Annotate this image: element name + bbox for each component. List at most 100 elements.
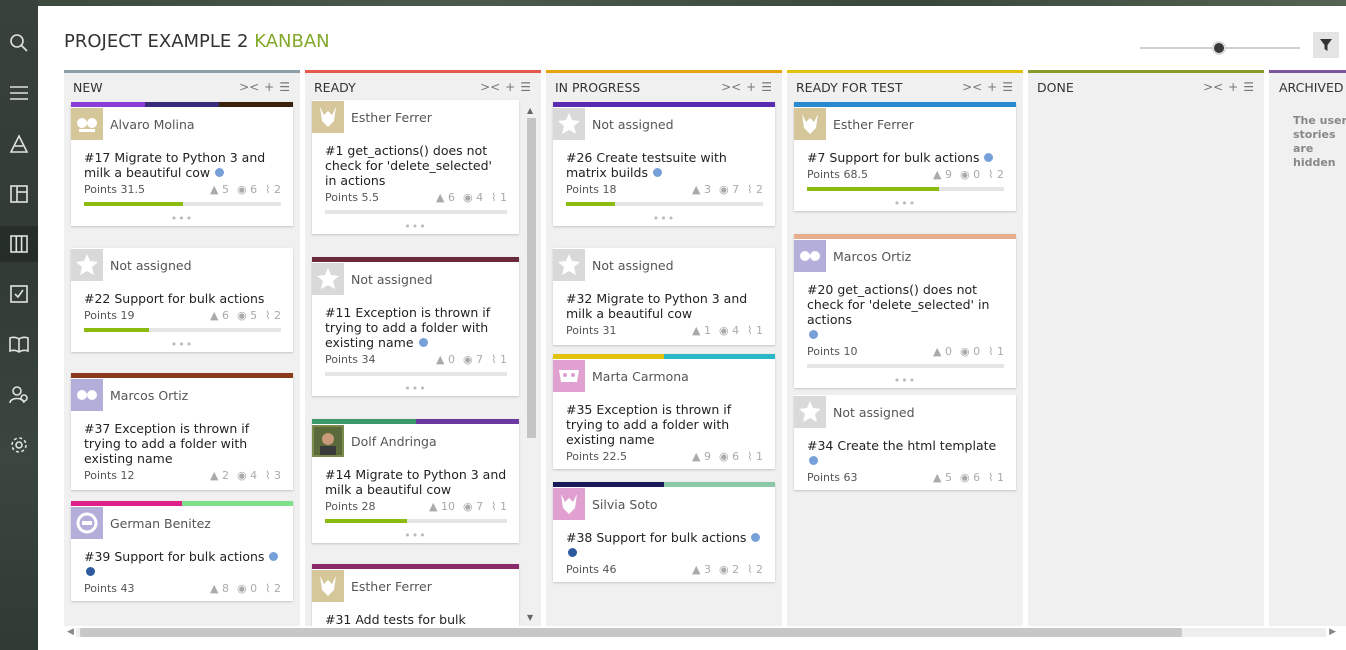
team-icon[interactable] (0, 377, 38, 413)
assigned-user[interactable]: Not assigned (592, 258, 674, 273)
user-story-card[interactable]: Silvia Soto #38 Support for bulk actions… (553, 482, 775, 582)
assigned-user[interactable]: Not assigned (351, 272, 433, 287)
more-icon[interactable]: ••• (794, 191, 1016, 211)
card-title[interactable]: #35 Exception is thrown if trying to add… (566, 402, 731, 447)
list-icon[interactable]: ☰ (1243, 80, 1254, 94)
search-icon[interactable] (0, 25, 38, 61)
more-icon[interactable]: ••• (71, 206, 293, 226)
sidebar-nav (0, 0, 38, 650)
scroll-right-icon[interactable]: ▶ (1329, 627, 1336, 637)
user-story-card[interactable]: Alvaro Molina #17 Migrate to Python 3 an… (71, 102, 293, 226)
card-title[interactable]: #11 Exception is thrown if trying to add… (325, 305, 490, 350)
more-icon[interactable]: ••• (312, 523, 519, 543)
list-icon[interactable]: ☰ (761, 80, 772, 94)
add-icon[interactable]: + (987, 80, 997, 94)
assigned-user[interactable]: Alvaro Molina (110, 117, 195, 132)
status-dot (215, 168, 225, 177)
zoom-slider-knob[interactable] (1212, 41, 1226, 55)
more-icon[interactable]: ••• (553, 206, 775, 226)
card-points: Points 5.5 (325, 191, 380, 204)
more-icon[interactable]: ••• (312, 376, 519, 396)
fold-icon[interactable]: >< (721, 80, 741, 94)
more-icon[interactable]: ••• (71, 332, 293, 352)
list-icon[interactable]: ☰ (1002, 80, 1013, 94)
card-title[interactable]: #22 Support for bulk actions (84, 291, 264, 306)
more-icon[interactable]: ••• (794, 368, 1016, 388)
scroll-down-icon[interactable]: ▼ (527, 613, 533, 622)
more-icon[interactable]: ••• (312, 214, 519, 234)
card-stats: ▲ 5 ◉ 6 ⌇ 1 (933, 471, 1004, 484)
card-stats: ▲ 9 ◉ 6 ⌇ 1 (692, 450, 763, 463)
backlog-icon[interactable] (0, 176, 38, 212)
card-points: Points 19 (84, 309, 135, 322)
user-story-card[interactable]: Not assigned #32 Migrate to Python 3 and… (553, 248, 775, 345)
fold-icon[interactable]: >< (480, 80, 500, 94)
user-story-card[interactable]: Marta Carmona #35 Exception is thrown if… (553, 354, 775, 469)
user-story-card[interactable]: Not assigned #11 Exception is thrown if … (312, 257, 519, 396)
fold-icon[interactable]: >< (1203, 80, 1223, 94)
add-icon[interactable]: + (264, 80, 274, 94)
assigned-user[interactable]: Marta Carmona (592, 369, 689, 384)
assigned-user[interactable]: Esther Ferrer (351, 110, 432, 125)
card-title[interactable]: #38 Support for bulk actions (566, 530, 746, 545)
add-icon[interactable]: + (746, 80, 756, 94)
assigned-user[interactable]: Not assigned (110, 258, 192, 273)
card-title[interactable]: #7 Support for bulk actions (807, 150, 979, 165)
scroll-left-icon[interactable]: ◀ (67, 627, 74, 637)
board-horizontal-scrollbar[interactable]: ◀ ▶ (64, 625, 1338, 639)
assigned-user[interactable]: Dolf Andringa (351, 434, 437, 449)
list-icon[interactable]: ☰ (279, 80, 290, 94)
list-icon[interactable]: ☰ (520, 80, 531, 94)
user-story-card[interactable]: German Benitez #39 Support for bulk acti… (71, 501, 293, 601)
card-title[interactable]: #37 Exception is thrown if trying to add… (84, 421, 249, 466)
assigned-user[interactable]: Marcos Ortiz (833, 249, 911, 264)
user-story-card[interactable]: Esther Ferrer #31 Add tests for bulk (312, 564, 519, 626)
settings-gear-icon[interactable] (0, 427, 38, 463)
timeline-icon[interactable] (0, 126, 38, 162)
card-title[interactable]: #26 Create testsuite with matrix builds (566, 150, 727, 180)
add-icon[interactable]: + (1228, 80, 1238, 94)
filter-button[interactable] (1313, 32, 1339, 58)
card-title[interactable]: #20 get_actions() does not check for 'de… (807, 282, 989, 327)
card-points: Points 34 (325, 353, 376, 366)
card-title[interactable]: #17 Migrate to Python 3 and milk a beaut… (84, 150, 265, 180)
card-title[interactable]: #31 Add tests for bulk (325, 612, 466, 626)
user-story-card[interactable]: Esther Ferrer #1 get_actions() does not … (312, 100, 519, 234)
kanban-icon[interactable] (0, 226, 38, 262)
card-title[interactable]: #14 Migrate to Python 3 and milk a beaut… (325, 467, 506, 497)
card-title[interactable]: #34 Create the html template (807, 438, 996, 453)
card-title[interactable]: #1 get_actions() does not check for 'del… (325, 143, 492, 188)
page-title: PROJECT EXAMPLE 2 KANBAN (64, 31, 330, 52)
scroll-up-icon[interactable]: ▲ (527, 106, 533, 115)
menu-icon[interactable] (0, 75, 38, 111)
assigned-user[interactable]: German Benitez (110, 516, 211, 531)
ready-column-scrollbar[interactable]: ▲ ▼ (523, 106, 539, 622)
card-title[interactable]: #39 Support for bulk actions (84, 549, 264, 564)
card-title[interactable]: #32 Migrate to Python 3 and milk a beaut… (566, 291, 747, 321)
user-story-card[interactable]: Marcos Ortiz #20 get_actions() does not … (794, 234, 1016, 388)
card-stats: ▲ 5 ◉ 6 ⌇ 2 (210, 183, 281, 196)
wiki-icon[interactable] (0, 326, 38, 362)
scrollbar-thumb[interactable] (527, 118, 536, 438)
column-title: IN PROGRESS (555, 79, 641, 95)
user-story-card[interactable]: Marcos Ortiz #37 Exception is thrown if … (71, 373, 293, 490)
assigned-user[interactable]: Esther Ferrer (351, 579, 432, 594)
user-story-card[interactable]: Dolf Andringa #14 Migrate to Python 3 an… (312, 419, 519, 543)
assigned-user[interactable]: Not assigned (833, 405, 915, 420)
user-story-card[interactable]: Not assigned #34 Create the html templat… (794, 395, 1016, 490)
fold-icon[interactable]: >< (239, 80, 259, 94)
assigned-user[interactable]: Not assigned (592, 117, 674, 132)
zoom-slider[interactable] (1140, 41, 1300, 55)
assigned-user[interactable]: Esther Ferrer (833, 117, 914, 132)
user-story-card[interactable]: Not assigned #22 Support for bulk action… (71, 248, 293, 352)
user-story-card[interactable]: Esther Ferrer #7 Support for bulk action… (794, 102, 1016, 211)
avatar (794, 396, 826, 428)
card-stats: ▲ 3 ◉ 2 ⌇ 2 (692, 563, 763, 576)
issues-icon[interactable] (0, 276, 38, 312)
assigned-user[interactable]: Marcos Ortiz (110, 388, 188, 403)
fold-icon[interactable]: >< (962, 80, 982, 94)
scrollbar-thumb[interactable] (80, 628, 1182, 637)
user-story-card[interactable]: Not assigned #26 Create testsuite with m… (553, 102, 775, 226)
assigned-user[interactable]: Silvia Soto (592, 497, 658, 512)
add-icon[interactable]: + (505, 80, 515, 94)
